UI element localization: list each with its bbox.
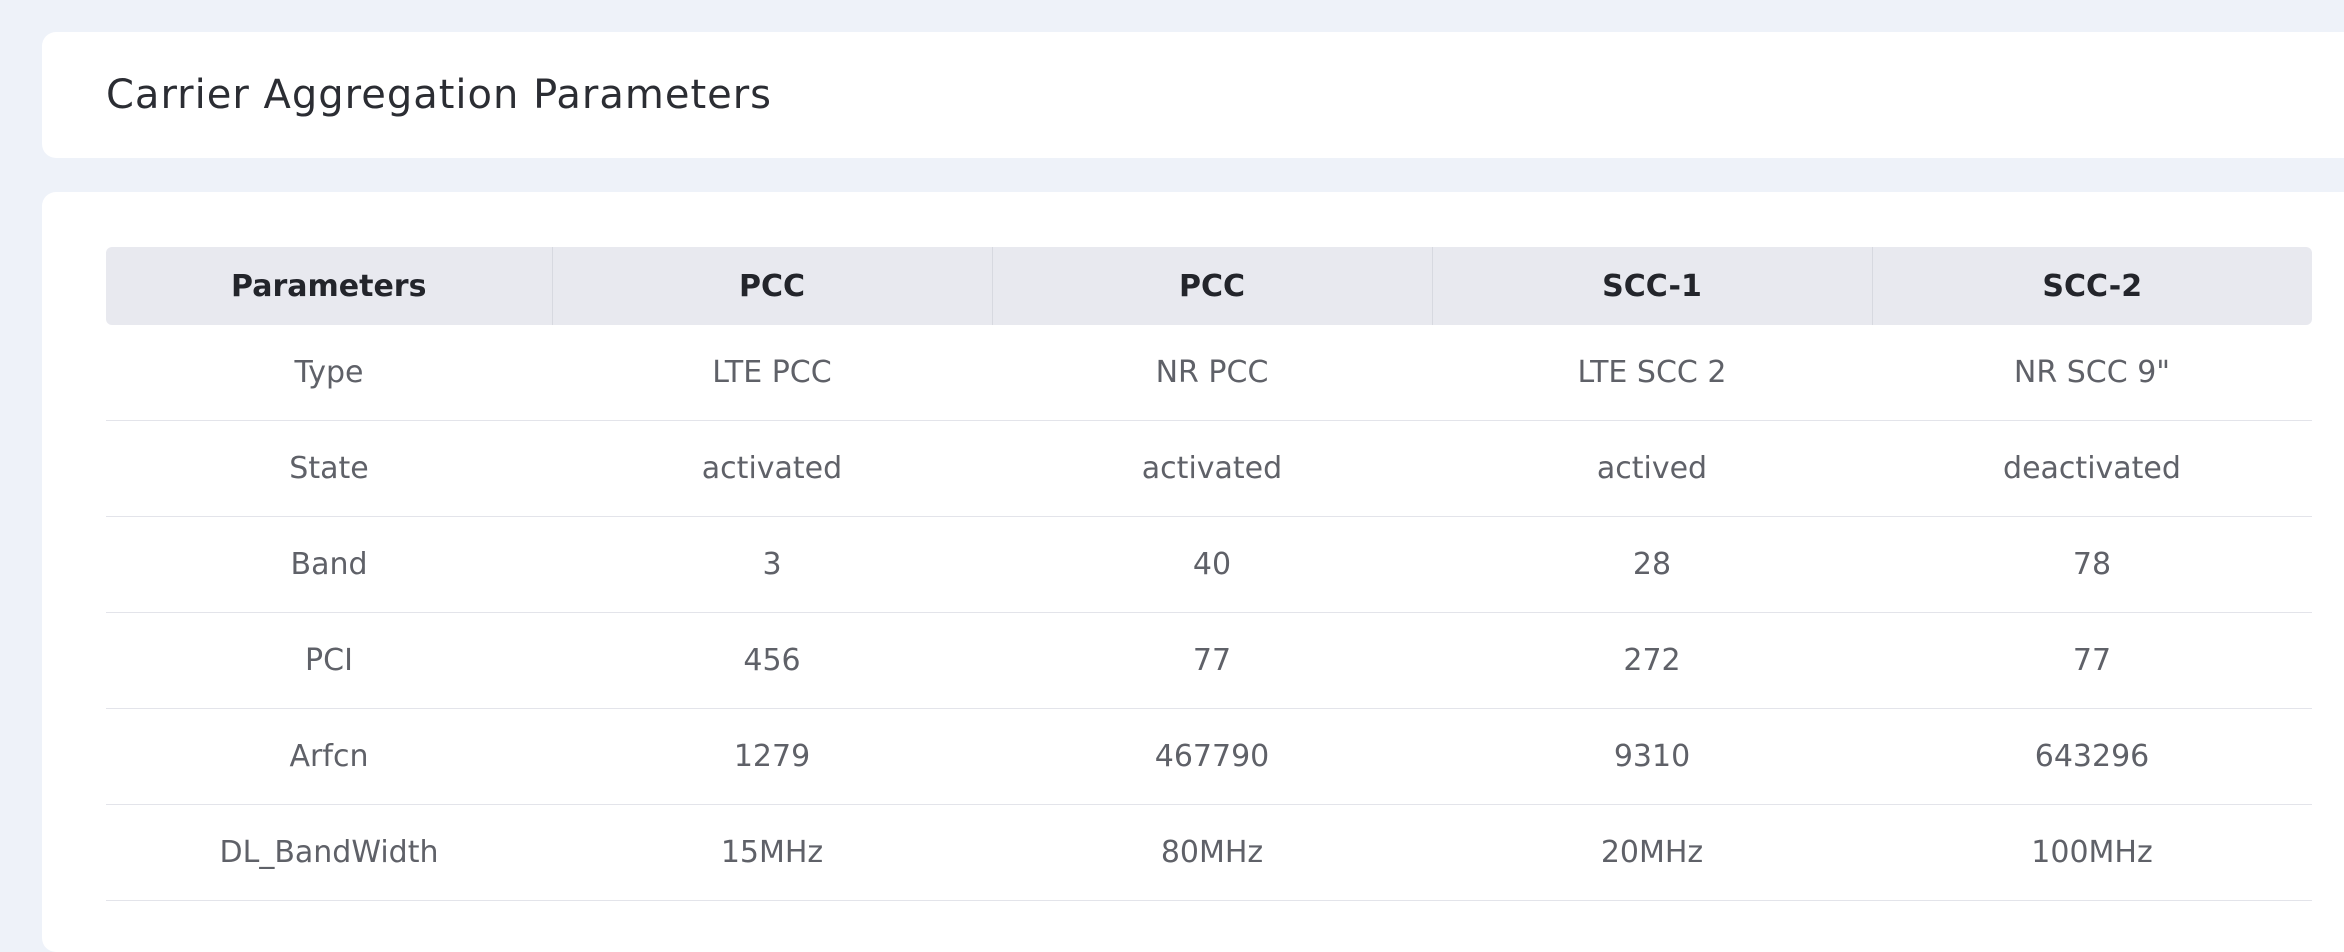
- table-cell: 78: [1872, 516, 2312, 613]
- table-cell: 467790: [992, 708, 1432, 805]
- table-card: Parameters PCC PCC SCC-1 SCC-2 Type LTE …: [42, 192, 2344, 952]
- title-card: Carrier Aggregation Parameters: [42, 32, 2344, 158]
- table-row-band: Band 3 40 28 78: [106, 516, 2312, 613]
- table-cell: 643296: [1872, 708, 2312, 805]
- row-label-state: State: [106, 420, 552, 517]
- table-cell: LTE SCC 2: [1432, 325, 1872, 421]
- table-cell: LTE PCC: [552, 325, 992, 421]
- table-header-row: Parameters PCC PCC SCC-1 SCC-2: [106, 247, 2312, 325]
- table-cell: 272: [1432, 612, 1872, 709]
- table-cell: 77: [992, 612, 1432, 709]
- column-header-parameters: Parameters: [106, 247, 553, 325]
- table-cell: 15MHz: [552, 804, 992, 901]
- row-label-pci: PCI: [106, 612, 552, 709]
- column-header-scc-2: SCC-2: [1872, 247, 2312, 325]
- table-cell: NR PCC: [992, 325, 1432, 421]
- page-title: Carrier Aggregation Parameters: [106, 72, 773, 118]
- table-cell: NR SCC 9": [1872, 325, 2312, 421]
- row-label-dl-bandwidth: DL_BandWidth: [106, 804, 552, 901]
- table-cell: 40: [992, 516, 1432, 613]
- table-cell: actived: [1432, 420, 1872, 517]
- column-header-pcc-nr: PCC: [992, 247, 1433, 325]
- table-cell: 456: [552, 612, 992, 709]
- row-label-arfcn: Arfcn: [106, 708, 552, 805]
- table-cell: 77: [1872, 612, 2312, 709]
- table-cell: 28: [1432, 516, 1872, 613]
- table-cell: activated: [992, 420, 1432, 517]
- column-header-scc-1: SCC-1: [1432, 247, 1873, 325]
- table-row-state: State activated activated actived deacti…: [106, 420, 2312, 517]
- table-row-type: Type LTE PCC NR PCC LTE SCC 2 NR SCC 9": [106, 325, 2312, 421]
- table-cell: deactivated: [1872, 420, 2312, 517]
- table-row-dl-bandwidth: DL_BandWidth 15MHz 80MHz 20MHz 100MHz: [106, 804, 2312, 901]
- table-row-arfcn: Arfcn 1279 467790 9310 643296: [106, 708, 2312, 805]
- table-cell: 80MHz: [992, 804, 1432, 901]
- table-cell: 3: [552, 516, 992, 613]
- column-header-pcc-lte: PCC: [552, 247, 993, 325]
- table-row-pci: PCI 456 77 272 77: [106, 612, 2312, 709]
- row-label-band: Band: [106, 516, 552, 613]
- table-cell: 100MHz: [1872, 804, 2312, 901]
- table-cell: 9310: [1432, 708, 1872, 805]
- table-cell: 1279: [552, 708, 992, 805]
- table-cell: activated: [552, 420, 992, 517]
- row-label-type: Type: [106, 325, 552, 421]
- carrier-aggregation-table: Parameters PCC PCC SCC-1 SCC-2 Type LTE …: [106, 247, 2312, 901]
- table-cell: 20MHz: [1432, 804, 1872, 901]
